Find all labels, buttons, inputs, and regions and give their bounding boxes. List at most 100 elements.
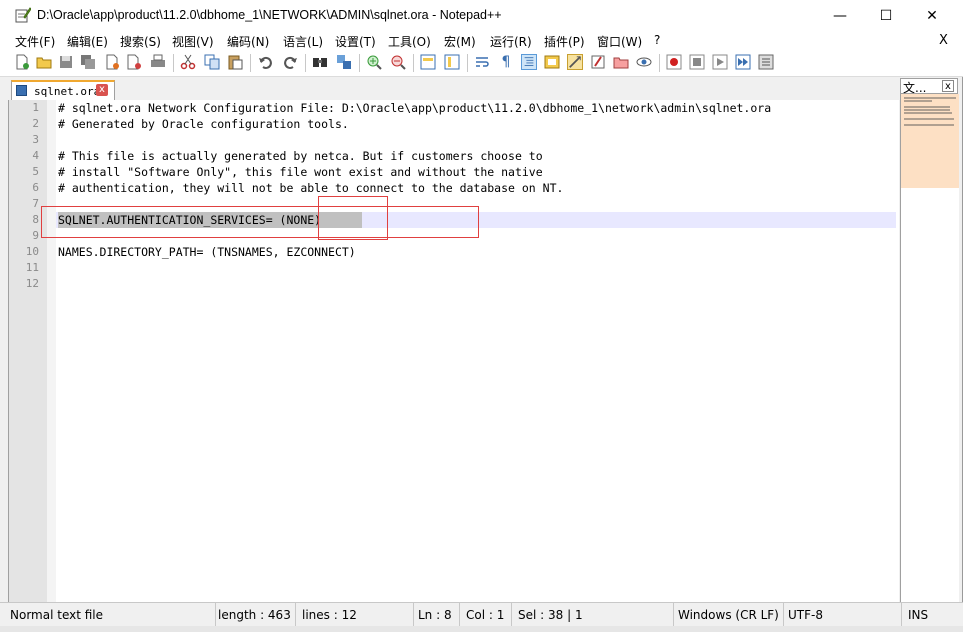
menu-bar: 文件(F) 编辑(E) 搜索(S) 视图(V) 编码(N) 语言(L) 设置(T… <box>0 32 963 50</box>
folder-workspace-icon[interactable] <box>613 54 629 70</box>
toolbar-separator <box>250 54 251 72</box>
status-insert-mode[interactable]: INS <box>906 603 956 627</box>
menu-macro[interactable]: 宏(M) <box>444 33 476 50</box>
code-line: # This file is actually generated by net… <box>58 149 543 163</box>
document-map-line <box>904 124 954 126</box>
document-map-line <box>904 112 952 114</box>
run-macro-multiple-icon[interactable] <box>735 54 751 70</box>
title-bar: D:\Oracle\app\product\11.2.0\dbhome_1\NE… <box>0 0 963 32</box>
new-file-icon[interactable] <box>14 54 30 70</box>
code-line: # install "Software Only", this file won… <box>58 165 543 179</box>
code-line: # Generated by Oracle configuration tool… <box>58 117 349 131</box>
close-document-button[interactable]: X <box>939 33 948 48</box>
indent-guide-icon[interactable] <box>521 54 537 70</box>
toolbar-separator <box>659 54 660 72</box>
toolbar: ¶ <box>0 50 963 77</box>
undo-icon[interactable] <box>258 54 274 70</box>
line-number: 5 <box>32 165 39 178</box>
status-encoding[interactable]: UTF-8 <box>786 603 902 627</box>
document-map-line <box>904 118 954 120</box>
replace-icon[interactable] <box>336 54 352 70</box>
toolbar-separator <box>467 54 468 72</box>
menu-file[interactable]: 文件(F) <box>15 33 55 50</box>
record-macro-icon[interactable] <box>666 54 682 70</box>
document-map-header: 文... x <box>900 78 958 95</box>
document-map-line <box>904 106 950 108</box>
line-number: 2 <box>32 117 39 130</box>
status-selection: Sel : 38 | 1 <box>516 603 674 627</box>
line-number: 9 <box>32 229 39 242</box>
menu-language[interactable]: 语言(L) <box>283 33 323 50</box>
tab-label: sqlnet.ora <box>34 85 101 98</box>
window-title: D:\Oracle\app\product\11.2.0\dbhome_1\NE… <box>37 8 502 22</box>
user-defined-language-icon[interactable] <box>544 54 560 70</box>
menu-edit[interactable]: 编辑(E) <box>67 33 108 50</box>
line-number: 6 <box>32 181 39 194</box>
line-number: 1 <box>32 101 39 114</box>
document-map-close-icon[interactable]: x <box>942 80 954 92</box>
save-icon[interactable] <box>58 54 74 70</box>
menu-search[interactable]: 搜索(S) <box>120 33 161 50</box>
close-file-icon[interactable] <box>104 54 120 70</box>
line-number: 12 <box>25 277 39 290</box>
redo-icon[interactable] <box>282 54 298 70</box>
status-file-type: Normal text file <box>8 603 216 627</box>
menu-plugins[interactable]: 插件(P) <box>544 33 585 50</box>
document-map-panel[interactable] <box>900 94 959 602</box>
line-number: 11 <box>25 261 39 274</box>
saved-file-icon <box>16 85 27 96</box>
maximize-button[interactable]: ☐ <box>863 0 909 32</box>
toolbar-separator <box>173 54 174 72</box>
toolbar-separator <box>305 54 306 72</box>
code-line: NAMES.DIRECTORY_PATH= (TNSNAMES, EZCONNE… <box>58 245 356 259</box>
document-map-icon[interactable] <box>567 54 583 70</box>
save-all-icon[interactable] <box>80 54 96 70</box>
menu-encoding[interactable]: 编码(N) <box>227 33 269 50</box>
status-line-number: Ln : 8 <box>416 603 460 627</box>
zoom-in-icon[interactable] <box>366 54 382 70</box>
status-column: Col : 1 <box>464 603 512 627</box>
menu-settings[interactable]: 设置(T) <box>335 33 376 50</box>
notepadpp-window: D:\Oracle\app\product\11.2.0\dbhome_1\NE… <box>0 0 963 632</box>
minimize-button[interactable]: — <box>817 0 863 32</box>
annotation-box-none-value <box>318 196 388 240</box>
status-length: length : 463 <box>216 603 296 627</box>
cut-icon[interactable] <box>180 54 196 70</box>
open-file-icon[interactable] <box>36 54 52 70</box>
code-line: # authentication, they will not be able … <box>58 181 564 195</box>
text-editor[interactable]: 1 2 3 4 5 6 7 8 9 10 11 12 # sqlnet.ora … <box>8 100 899 602</box>
line-number: 4 <box>32 149 39 162</box>
word-wrap-icon[interactable] <box>474 54 490 70</box>
function-list-icon[interactable] <box>590 54 606 70</box>
show-all-characters-icon[interactable]: ¶ <box>498 54 514 70</box>
notepadpp-app-icon <box>15 7 31 23</box>
toolbar-separator <box>359 54 360 72</box>
print-icon[interactable] <box>150 54 166 70</box>
status-bar: Normal text file length : 463 lines : 12… <box>0 602 963 627</box>
paste-icon[interactable] <box>227 54 243 70</box>
copy-icon[interactable] <box>204 54 220 70</box>
save-macro-icon[interactable] <box>758 54 774 70</box>
menu-run[interactable]: 运行(R) <box>490 33 532 50</box>
menu-window[interactable]: 窗口(W) <box>597 33 642 50</box>
close-all-icon[interactable] <box>126 54 142 70</box>
tab-sqlnet-ora[interactable]: sqlnet.ora x <box>11 80 115 100</box>
line-number: 3 <box>32 133 39 146</box>
document-tab-bar: sqlnet.ora x <box>8 78 898 101</box>
close-button[interactable]: ✕ <box>909 0 955 32</box>
menu-help[interactable]: ? <box>654 33 660 47</box>
tab-close-icon[interactable]: x <box>96 84 108 96</box>
monitoring-icon[interactable] <box>636 54 652 70</box>
status-eol-format[interactable]: Windows (CR LF) <box>676 603 784 627</box>
menu-view[interactable]: 视图(V) <box>172 33 214 50</box>
find-icon[interactable] <box>312 54 328 70</box>
zoom-out-icon[interactable] <box>390 54 406 70</box>
sync-vertical-icon[interactable] <box>420 54 436 70</box>
fold-margin[interactable] <box>47 100 56 602</box>
sync-horizontal-icon[interactable] <box>444 54 460 70</box>
stop-macro-icon[interactable] <box>689 54 705 70</box>
code-line: # sqlnet.ora Network Configuration File:… <box>58 101 772 115</box>
status-lines: lines : 12 <box>300 603 414 627</box>
play-macro-icon[interactable] <box>712 54 728 70</box>
menu-tools[interactable]: 工具(O) <box>388 33 431 50</box>
